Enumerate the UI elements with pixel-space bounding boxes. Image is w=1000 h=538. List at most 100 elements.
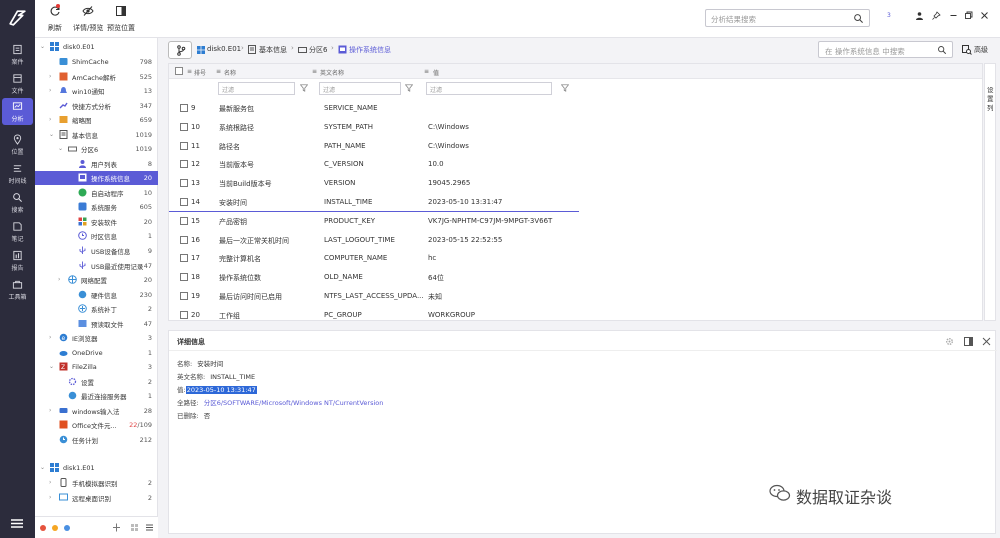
table-row[interactable]: 20 工作组 PC_GROUP WORKGROUP [169, 306, 579, 320]
chevron-right-icon[interactable]: › [49, 480, 55, 486]
nav-item-timeline[interactable]: 时间线 [2, 160, 33, 187]
tree-node[interactable]: › e IE浏览器 3 [35, 331, 158, 345]
nav-item-case[interactable]: 案件 [2, 41, 33, 68]
nav-item-toolbox[interactable]: 工具箱 [2, 276, 33, 303]
status-dot-blue[interactable] [64, 525, 70, 531]
detail-preview-button[interactable]: 详情/预览 [73, 5, 103, 33]
row-checkbox[interactable] [180, 310, 188, 319]
nav-item-report[interactable]: 报告 [2, 247, 33, 274]
tree-node[interactable]: › win10通知 13 [35, 84, 158, 98]
tree-node[interactable]: ⌄ disk1.E01 [35, 461, 158, 475]
table-row[interactable]: 9 最新服务包 SERVICE_NAME [169, 99, 579, 118]
list-view-icon[interactable] [145, 523, 154, 532]
tree-node[interactable]: ⌄ 基本信息 1019 [35, 128, 158, 142]
table-row[interactable]: 11 路径名 PATH_NAME C:\Windows [169, 137, 579, 156]
user-icon[interactable] [915, 11, 924, 20]
tree-node[interactable]: › AmCache解析 525 [35, 70, 158, 84]
chevron-right-icon[interactable]: › [49, 335, 55, 341]
row-checkbox[interactable] [180, 160, 188, 169]
row-checkbox[interactable] [180, 254, 188, 263]
tree-node[interactable]: ⌄ 分区6 1019 [35, 142, 158, 156]
expand-all-icon[interactable] [112, 523, 121, 532]
filter-icon[interactable] [561, 84, 569, 92]
preview-position-button[interactable]: 预览位置 [107, 5, 135, 33]
header-value[interactable]: 值 [433, 68, 439, 77]
header-name[interactable]: 名称 [224, 68, 236, 77]
tree-node[interactable]: ⌄ disk0.E01 [35, 40, 158, 54]
tree-node[interactable]: 设置 2 [35, 375, 158, 389]
tree-node[interactable]: › 远程桌面识别 2 [35, 491, 158, 505]
tree-node[interactable]: USB设备信息 9 [35, 244, 158, 258]
tree-node[interactable]: › 缩略图 659 [35, 113, 158, 127]
chevron-right-icon[interactable]: › [49, 495, 55, 501]
tree-node[interactable]: 操作系统信息 20 [35, 171, 158, 185]
analysis-search-input[interactable]: 分析结果搜索 [705, 9, 870, 27]
nav-item-file[interactable]: 文件 [2, 70, 33, 97]
close-icon[interactable] [980, 11, 989, 20]
tree-node[interactable]: › 网络配置 20 [35, 273, 158, 287]
row-checkbox[interactable] [180, 216, 188, 225]
chevron-right-icon[interactable]: › [58, 277, 64, 283]
breadcrumb-partition[interactable]: 分区6 [309, 45, 327, 55]
value-filter-input[interactable]: 过滤 [426, 82, 552, 95]
restore-icon[interactable] [964, 11, 973, 20]
search-icon[interactable] [853, 13, 864, 24]
select-all-checkbox[interactable] [175, 67, 183, 75]
pin-icon[interactable] [932, 11, 941, 20]
nav-item-search[interactable]: 搜索 [2, 189, 33, 216]
breadcrumb-disk[interactable]: disk0.E01 [207, 45, 241, 53]
status-dot-orange[interactable] [52, 525, 58, 531]
detail-value-value[interactable]: 2023-05-10 13:31:47 [185, 386, 257, 394]
close-icon[interactable] [982, 337, 991, 346]
tree-node[interactable]: 系统服务 605 [35, 200, 158, 214]
row-checkbox[interactable] [180, 292, 188, 300]
header-en-name[interactable]: 英文名称 [320, 68, 344, 77]
status-dot-red[interactable] [40, 525, 46, 531]
nav-item-analysis[interactable]: 分析 [2, 98, 33, 125]
tree-node[interactable]: Office文件元... 22/109 [35, 418, 158, 432]
tree-node[interactable]: 安装软件 20 [35, 215, 158, 229]
row-checkbox[interactable] [180, 235, 188, 244]
chevron-right-icon[interactable]: › [49, 408, 55, 414]
tree-node[interactable]: 预读取文件 47 [35, 317, 158, 331]
header-index[interactable]: 排号 [194, 68, 206, 77]
table-row[interactable]: 13 当前Build版本号 VERSION 19045.2965 [169, 174, 579, 193]
search-icon[interactable] [937, 45, 947, 55]
table-row[interactable]: 14 安装时间 INSTALL_TIME 2023-05-10 13:31:47 [169, 193, 579, 212]
tree-node[interactable]: OneDrive 1 [35, 346, 158, 360]
tree-node[interactable]: 任务计划 212 [35, 433, 158, 447]
tree-node[interactable]: 最近连接服务器 1 [35, 389, 158, 403]
chevron-right-icon[interactable]: › [49, 74, 55, 80]
breadcrumb-os-info[interactable]: 操作系统信息 [349, 45, 391, 55]
row-checkbox[interactable] [180, 104, 188, 112]
tree-node[interactable]: 快捷方式分析 347 [35, 99, 158, 113]
filter-icon[interactable] [405, 84, 413, 92]
tree-node[interactable]: ⌄ Z FileZilla 3 [35, 360, 158, 374]
menu-icon[interactable] [10, 518, 24, 529]
chevron-down-icon[interactable]: ⌄ [49, 132, 55, 138]
chevron-down-icon[interactable]: ⌄ [58, 146, 64, 152]
row-checkbox[interactable] [180, 198, 188, 206]
table-row[interactable]: 15 产品密钥 PRODUCT_KEY VK7JG-NPHTM-C97JM-9MPGT… [169, 212, 579, 231]
branch-button[interactable] [168, 41, 192, 59]
nav-item-note[interactable]: 笔记 [2, 218, 33, 245]
minimize-icon[interactable] [949, 11, 958, 20]
tree-node[interactable]: 用户列表 8 [35, 157, 158, 171]
filter-icon[interactable] [300, 84, 308, 92]
chevron-right-icon[interactable]: › [49, 117, 55, 123]
tree-node[interactable]: 自启动程序 10 [35, 186, 158, 200]
chevron-down-icon[interactable]: ⌄ [40, 44, 46, 50]
table-search-input[interactable]: 在 操作系统信息 中搜索 [818, 41, 953, 58]
name-filter-input[interactable]: 过滤 [218, 82, 295, 95]
gear-icon[interactable] [945, 337, 954, 346]
row-checkbox[interactable] [180, 141, 188, 150]
chevron-down-icon[interactable]: ⌄ [40, 465, 46, 471]
breadcrumb-basic-info[interactable]: 基本信息 [259, 45, 287, 55]
row-checkbox[interactable] [180, 122, 188, 131]
tree-node[interactable]: 系统补丁 2 [35, 302, 158, 316]
table-row[interactable]: 16 最后一次正常关机时间 LAST_LOGOUT_TIME 2023-05-15 2… [169, 231, 579, 250]
table-row[interactable]: 10 系统根路径 SYSTEM_PATH C:\Windows [169, 118, 579, 137]
refresh-button[interactable]: 刷新 [48, 4, 62, 33]
tree-node[interactable]: ShimCache 798 [35, 55, 158, 69]
tree-node[interactable]: › windows输入法 28 [35, 404, 158, 418]
